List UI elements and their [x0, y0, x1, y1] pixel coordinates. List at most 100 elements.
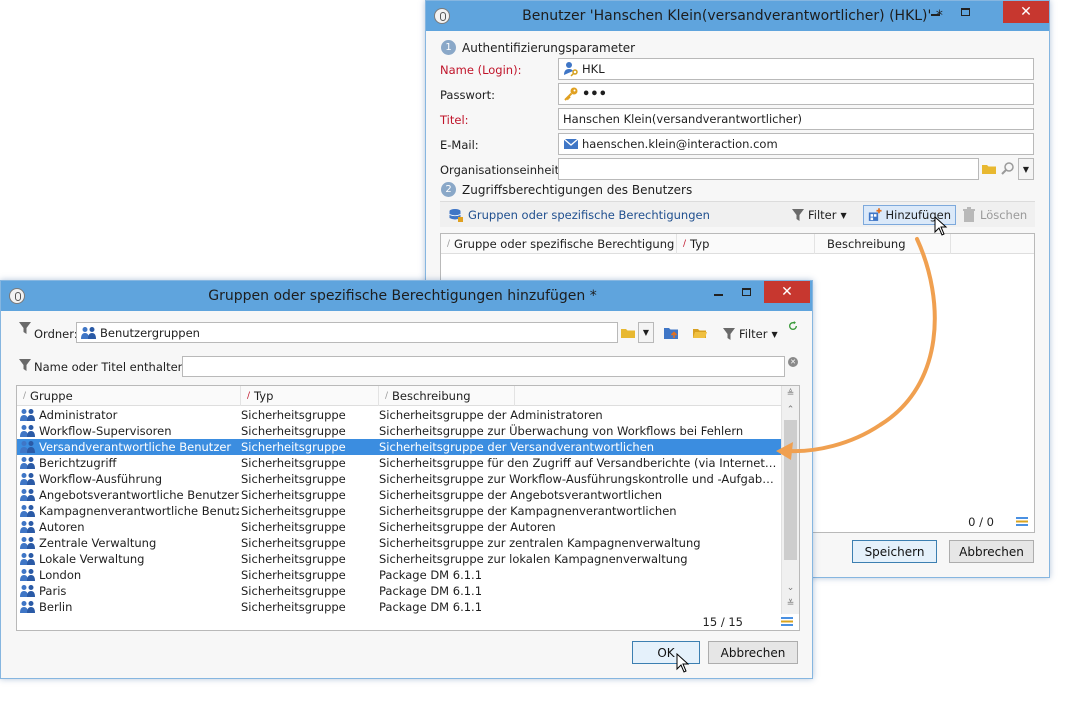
table-row[interactable]: Lokale Verwaltung Sicherheitsgruppe Sicher…	[17, 551, 781, 567]
close-button[interactable]: ✕	[764, 281, 810, 303]
title-field[interactable]: Hanschen Klein(versandverantwortlicher)	[558, 108, 1034, 130]
rights-grid-header: ∕ Gruppe oder spezifische Berechtigung ∕ T…	[441, 234, 1034, 254]
filter-icon	[19, 322, 31, 334]
section-number-badge: 1	[441, 40, 456, 55]
close-button[interactable]: ✕	[1003, 1, 1049, 23]
cancel-button[interactable]: Abbrechen	[949, 540, 1034, 563]
table-row[interactable]: Workflow-Ausführung Sicherheitsgruppe Sich…	[17, 471, 781, 487]
user-group-icon	[20, 457, 35, 469]
folder-field[interactable]: Benutzergruppen	[76, 322, 618, 343]
groups-scrollbar[interactable]: ≜ ⌃ ⌄ ≚	[781, 386, 799, 614]
groups-grid-header: ∕ Gruppe ∕ Typ ∕ Beschreibung	[17, 386, 781, 406]
login-field[interactable]: HKL	[558, 58, 1034, 80]
email-label: E-Mail:	[440, 138, 479, 152]
table-row[interactable]: Versandverantwortliche Benutzer Sicherhei…	[17, 439, 781, 455]
table-row[interactable]: Workflow-Supervisoren Sicherheitsgruppe Si…	[17, 423, 781, 439]
save-button[interactable]: Speichern	[852, 540, 937, 563]
col-header-type[interactable]: ∕ Typ	[677, 234, 815, 254]
delete-label: Löschen	[980, 208, 1028, 222]
table-row[interactable]: London Sicherheitsgruppe Package DM 6.1.1	[17, 567, 781, 583]
filter-dropdown[interactable]: Filter ▼	[792, 205, 847, 225]
name-filter-input[interactable]	[182, 356, 785, 377]
filter-dropdown[interactable]: Filter ▼	[723, 324, 778, 344]
scroll-thumb[interactable]	[784, 420, 797, 560]
folder-icon[interactable]	[981, 161, 997, 177]
clear-icon[interactable]: ✕	[788, 357, 798, 367]
col-header-type[interactable]: ∕ Typ	[241, 386, 379, 406]
maximize-icon	[741, 288, 751, 296]
table-row[interactable]: Angebotsverantwortliche Benutzer Sicherhe…	[17, 487, 781, 503]
list-config-icon[interactable]	[781, 617, 793, 626]
rights-section-title: Zugriffsberechtigungen des Benutzers	[462, 182, 693, 197]
login-value: HKL	[582, 62, 605, 76]
table-row[interactable]: Administrator Sicherheitsgruppe Sicherheit…	[17, 407, 781, 423]
cell-type: Sicherheitsgruppe	[241, 504, 346, 518]
refresh-icon[interactable]	[788, 321, 798, 331]
table-row[interactable]: Autoren Sicherheitsgruppe Sicherheitsgrupp…	[17, 519, 781, 535]
col-header-description[interactable]: ∕ Beschreibung	[379, 386, 515, 406]
close-icon: ✕	[1020, 4, 1032, 20]
folder-up-icon[interactable]	[663, 325, 679, 341]
login-label: Name (Login):	[440, 63, 522, 77]
search-icon[interactable]	[1000, 161, 1016, 177]
user-key-icon	[564, 62, 578, 77]
add-dialog-titlebar[interactable]: Gruppen oder spezifische Berechtigungen …	[1, 281, 812, 311]
cell-group: Kampagnenverantwortliche Benutzer	[39, 504, 239, 518]
scroll-down-arrow[interactable]: ⌄	[782, 581, 799, 595]
close-icon: ✕	[781, 284, 793, 300]
user-dialog-titlebar[interactable]: Benutzer 'Hanschen Klein(versandverantwo…	[426, 1, 1049, 31]
col-header-group[interactable]: ∕ Gruppe oder spezifische Berechtigung	[441, 234, 677, 254]
groups-rights-button[interactable]: Gruppen oder spezifische Berechtigungen	[448, 205, 710, 225]
table-row[interactable]: Berichtzugriff Sicherheitsgruppe Sicherhei…	[17, 455, 781, 471]
cell-type: Sicherheitsgruppe	[241, 552, 346, 566]
folder-icon[interactable]	[620, 325, 636, 341]
groups-grid[interactable]: ∕ Gruppe ∕ Typ ∕ Beschreibung Administrator…	[16, 385, 800, 631]
user-group-icon	[20, 441, 35, 453]
cell-description: Sicherheitsgruppe der Autoren	[379, 520, 556, 534]
cell-group: Angebotsverantwortliche Benutzer	[39, 488, 239, 502]
org-unit-dropdown-button[interactable]: ▼	[1018, 158, 1034, 180]
auth-section-header: 1 Authentifizierungsparameter	[441, 40, 635, 55]
table-row[interactable]: Kampagnenverantwortliche Benutzer Sicherh…	[17, 503, 781, 519]
open-folder-icon[interactable]	[692, 325, 708, 341]
folder-value: Benutzergruppen	[100, 325, 200, 340]
col-header-group[interactable]: ∕ Gruppe	[17, 386, 241, 406]
cell-group: Workflow-Ausführung	[39, 472, 163, 486]
email-field[interactable]: haenschen.klein@interaction.com	[558, 133, 1034, 155]
cell-type: Sicherheitsgruppe	[241, 424, 346, 438]
maximize-button[interactable]	[732, 281, 760, 303]
app-icon	[9, 288, 25, 304]
org-unit-field[interactable]	[558, 158, 979, 180]
list-config-icon[interactable]	[1016, 517, 1028, 526]
scroll-top-icon[interactable]: ≜	[782, 387, 799, 401]
maximize-button[interactable]	[951, 1, 979, 23]
delete-button[interactable]: Löschen	[962, 205, 1027, 225]
user-group-icon	[20, 553, 35, 565]
cell-type: Sicherheitsgruppe	[241, 456, 346, 470]
col-header-description[interactable]: Beschreibung	[815, 234, 951, 254]
user-group-icon	[20, 505, 35, 517]
cancel-button[interactable]: Abbrechen	[708, 641, 798, 664]
user-group-icon	[20, 521, 35, 533]
table-row[interactable]: Zentrale Verwaltung Sicherheitsgruppe Sich…	[17, 535, 781, 551]
cell-description: Sicherheitsgruppe zur Überwachung von Wo…	[379, 424, 744, 438]
cell-group: Berichtzugriff	[39, 456, 117, 470]
minimize-icon	[713, 294, 723, 296]
trash-icon	[963, 207, 975, 222]
table-row[interactable]: Berlin Sicherheitsgruppe Package DM 6.1.1	[17, 599, 781, 615]
table-row[interactable]: Paris Sicherheitsgruppe Package DM 6.1.1	[17, 583, 781, 599]
mouse-cursor-icon	[934, 216, 948, 236]
minimize-button[interactable]	[921, 1, 949, 23]
user-group-icon	[20, 473, 35, 485]
minimize-button[interactable]	[704, 281, 732, 303]
caret-down-icon: ▼	[771, 329, 778, 339]
password-field[interactable]: •••	[558, 83, 1034, 105]
folder-dropdown-button[interactable]: ▼	[638, 322, 654, 343]
scroll-bottom-icon[interactable]: ≚	[782, 597, 799, 611]
scroll-up-arrow[interactable]: ⌃	[782, 403, 799, 417]
app-icon	[434, 8, 450, 24]
cell-type: Sicherheitsgruppe	[241, 440, 346, 454]
password-label: Passwort:	[440, 88, 496, 102]
cell-description: Sicherheitsgruppe der Versandverantwortl…	[379, 440, 655, 454]
cell-type: Sicherheitsgruppe	[241, 488, 346, 502]
